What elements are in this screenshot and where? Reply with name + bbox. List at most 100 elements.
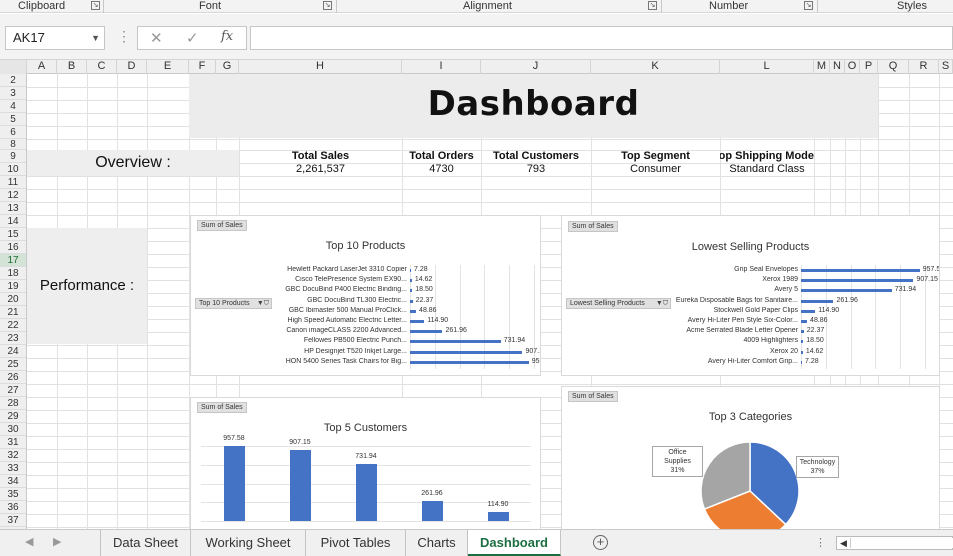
- row-header[interactable]: 6: [0, 126, 26, 139]
- add-sheet-icon[interactable]: +: [593, 535, 608, 550]
- row-header[interactable]: 10: [0, 163, 26, 176]
- kpi-header-top-segment[interactable]: Top Segment: [591, 150, 720, 163]
- bar[interactable]: [801, 360, 802, 364]
- row-header[interactable]: 16: [0, 241, 26, 254]
- kpi-header-total-orders[interactable]: Total Orders: [402, 150, 481, 163]
- row-header[interactable]: 11: [0, 176, 26, 189]
- row-header[interactable]: 19: [0, 280, 26, 293]
- column-header[interactable]: I: [402, 60, 481, 74]
- bar[interactable]: [801, 309, 816, 313]
- bar[interactable]: [488, 512, 509, 521]
- row-header[interactable]: 32: [0, 449, 26, 462]
- column-header[interactable]: Q: [878, 60, 909, 74]
- column-header[interactable]: F: [189, 60, 216, 74]
- bar[interactable]: [356, 463, 377, 521]
- row-header[interactable]: 30: [0, 423, 26, 436]
- row-header[interactable]: 20: [0, 293, 26, 306]
- tab-pivot-tables[interactable]: Pivot Tables: [306, 530, 406, 556]
- bar[interactable]: [410, 279, 412, 283]
- row-header[interactable]: 36: [0, 501, 26, 514]
- kpi-value-total-sales[interactable]: 2,261,537: [239, 163, 402, 176]
- kpi-header-top-shipping-mode[interactable]: Top Shipping Mode: [720, 150, 814, 163]
- kpi-value-top-shipping-mode[interactable]: Standard Class: [720, 163, 814, 176]
- insert-function-icon[interactable]: fx: [221, 29, 233, 44]
- row-header[interactable]: 15: [0, 228, 26, 241]
- bar[interactable]: [410, 299, 413, 303]
- tab-charts[interactable]: Charts: [406, 530, 468, 556]
- row-header[interactable]: 22: [0, 319, 26, 332]
- column-header[interactable]: G: [216, 60, 239, 74]
- row-header[interactable]: 35: [0, 488, 26, 501]
- column-header[interactable]: L: [720, 60, 814, 74]
- tab-data-sheet[interactable]: Data Sheet: [100, 530, 191, 556]
- performance-label-cell[interactable]: Performance :: [27, 228, 147, 344]
- bar[interactable]: [410, 350, 523, 354]
- bar[interactable]: [410, 320, 425, 323]
- column-header[interactable]: S: [939, 60, 953, 74]
- column-header[interactable]: K: [591, 60, 720, 74]
- clipboard-launcher-icon[interactable]: ↘: [91, 1, 100, 10]
- chevron-down-icon[interactable]: ▼: [91, 27, 100, 49]
- scrollbar-thumb[interactable]: [850, 538, 953, 548]
- alignment-launcher-icon[interactable]: ↘: [648, 1, 657, 10]
- row-header[interactable]: 13: [0, 202, 26, 215]
- kpi-value-total-customers[interactable]: 793: [481, 163, 591, 176]
- row-header[interactable]: 23: [0, 332, 26, 345]
- bar[interactable]: [410, 289, 413, 293]
- row-header[interactable]: 27: [0, 384, 26, 397]
- row-header[interactable]: 34: [0, 475, 26, 488]
- bar[interactable]: [410, 309, 417, 313]
- bar[interactable]: [801, 299, 834, 303]
- sum-of-sales-field-button[interactable]: Sum of Sales: [568, 221, 618, 232]
- row-header[interactable]: 5: [0, 113, 26, 126]
- row-header[interactable]: 12: [0, 189, 26, 202]
- filter-icon[interactable]: ▼⛉: [257, 299, 269, 308]
- scroll-tabs-left-icon[interactable]: ◀: [25, 535, 33, 548]
- tab-working-sheet[interactable]: Working Sheet: [191, 530, 306, 556]
- row-header[interactable]: 24: [0, 345, 26, 358]
- more-options-icon[interactable]: ⋮: [815, 536, 826, 549]
- kpi-header-total-sales[interactable]: Total Sales: [239, 150, 402, 163]
- more-options-icon[interactable]: ⋮: [117, 28, 131, 45]
- row-header[interactable]: 14: [0, 215, 26, 228]
- lowest-products-chart[interactable]: Sum of Sales Lowest Selling Products Low…: [561, 215, 940, 376]
- axis-field-button[interactable]: Top 10 Products ▼⛉: [195, 298, 272, 309]
- bar[interactable]: [410, 269, 411, 272]
- cancel-icon[interactable]: ✕: [150, 29, 163, 47]
- select-all-corner[interactable]: [0, 60, 27, 74]
- row-header[interactable]: 21: [0, 306, 26, 319]
- column-header[interactable]: C: [87, 60, 117, 74]
- row-header[interactable]: 33: [0, 462, 26, 475]
- row-header[interactable]: 28: [0, 397, 26, 410]
- row-header[interactable]: 31: [0, 436, 26, 449]
- column-header[interactable]: H: [239, 60, 402, 74]
- scroll-left-icon[interactable]: ◀: [840, 537, 847, 549]
- bar[interactable]: [290, 450, 311, 521]
- column-header[interactable]: M: [814, 60, 830, 74]
- row-header[interactable]: 17: [0, 254, 26, 267]
- sum-of-sales-field-button[interactable]: Sum of Sales: [197, 220, 247, 231]
- row-header[interactable]: 9: [0, 150, 26, 163]
- bar[interactable]: [801, 330, 804, 334]
- row-header[interactable]: 26: [0, 371, 26, 384]
- tab-dashboard[interactable]: Dashboard: [468, 530, 561, 556]
- column-header[interactable]: P: [860, 60, 878, 74]
- column-header[interactable]: O: [845, 60, 860, 74]
- bar[interactable]: [801, 289, 892, 293]
- number-launcher-icon[interactable]: ↘: [804, 1, 813, 10]
- column-header[interactable]: N: [830, 60, 845, 74]
- sum-of-sales-field-button[interactable]: Sum of Sales: [197, 402, 247, 413]
- kpi-value-total-orders[interactable]: 4730: [402, 163, 481, 176]
- bar[interactable]: [410, 340, 501, 344]
- top-customers-chart[interactable]: Sum of Sales Top 5 Customers 957.58 907.1…: [190, 397, 541, 529]
- top-categories-chart[interactable]: Sum of Sales Top 3 Categories Office Sup…: [561, 386, 940, 529]
- row-header[interactable]: 3: [0, 87, 26, 100]
- column-header[interactable]: D: [117, 60, 147, 74]
- column-header[interactable]: J: [481, 60, 591, 74]
- column-header[interactable]: A: [27, 60, 57, 74]
- bar[interactable]: [801, 279, 914, 283]
- column-header[interactable]: R: [909, 60, 939, 74]
- bar[interactable]: [410, 330, 443, 334]
- top-products-chart[interactable]: Sum of Sales Top 10 Products Top 10 Prod…: [190, 215, 541, 376]
- bar[interactable]: [801, 320, 808, 323]
